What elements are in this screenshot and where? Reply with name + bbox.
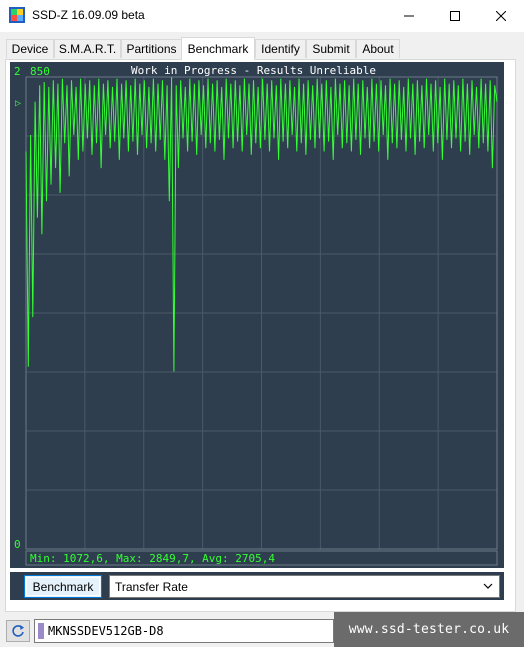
- tab-label: Partitions: [126, 42, 177, 56]
- chart-grid: [26, 77, 497, 549]
- window-title: SSD-Z 16.09.09 beta: [32, 8, 145, 22]
- tab-device[interactable]: Device: [6, 39, 54, 58]
- tab-label: Identify: [261, 42, 300, 56]
- drive-color-swatch: [38, 623, 44, 639]
- y-min-label: 0: [14, 538, 21, 551]
- y-max-prefix: 2: [14, 65, 21, 78]
- drive-selector[interactable]: MKNSSDEV512GB-D8: [34, 619, 334, 643]
- close-icon: [496, 10, 506, 21]
- tab-benchmark[interactable]: Benchmark: [181, 37, 255, 60]
- watermark-text: www.ssd-tester.co.uk: [348, 622, 510, 637]
- minimize-icon: [404, 15, 414, 16]
- minimize-button[interactable]: [386, 0, 432, 31]
- tab-partitions[interactable]: Partitions: [121, 39, 182, 58]
- y-max-label: 850: [30, 65, 50, 78]
- tab-identify[interactable]: Identify: [255, 39, 306, 58]
- drive-name: MKNSSDEV512GB-D8: [48, 624, 164, 638]
- maximize-button[interactable]: [432, 0, 478, 31]
- refresh-button[interactable]: [6, 620, 30, 642]
- chart-summary: Min: 1072,6, Max: 2849,7, Avg: 2705,4: [30, 552, 275, 565]
- tab-strip: Device S.M.A.R.T. Partitions Benchmark I…: [6, 37, 518, 60]
- tab-submit[interactable]: Submit: [306, 39, 356, 58]
- chart-title: Work in Progress - Results Unreliable: [131, 64, 376, 77]
- tab-about[interactable]: About: [356, 39, 400, 58]
- tab-label: Device: [11, 42, 49, 56]
- tab-label: Submit: [312, 42, 350, 56]
- tab-smart[interactable]: S.M.A.R.T.: [54, 39, 121, 58]
- chart-svg: 2 850 Work in Progress - Results Unrelia…: [14, 64, 498, 566]
- refresh-icon: [12, 625, 24, 637]
- chevron-down-icon: [483, 583, 493, 589]
- benchmark-chart: 2 850 Work in Progress - Results Unrelia…: [10, 62, 504, 568]
- current-marker-icon: ▷: [15, 98, 21, 109]
- close-button[interactable]: [478, 0, 524, 31]
- tab-label: About: [362, 42, 394, 56]
- benchmark-button[interactable]: Benchmark: [24, 575, 102, 598]
- title-bar: SSD-Z 16.09.09 beta: [0, 0, 524, 32]
- maximize-icon: [450, 10, 460, 21]
- tab-label: Benchmark: [187, 42, 249, 56]
- ssd-z-app-icon: [9, 7, 25, 23]
- mode-select-value: Transfer Rate: [115, 580, 188, 594]
- watermark-banner: www.ssd-tester.co.uk: [334, 612, 524, 647]
- tab-label: S.M.A.R.T.: [58, 42, 117, 56]
- mode-select[interactable]: Transfer Rate: [109, 575, 500, 598]
